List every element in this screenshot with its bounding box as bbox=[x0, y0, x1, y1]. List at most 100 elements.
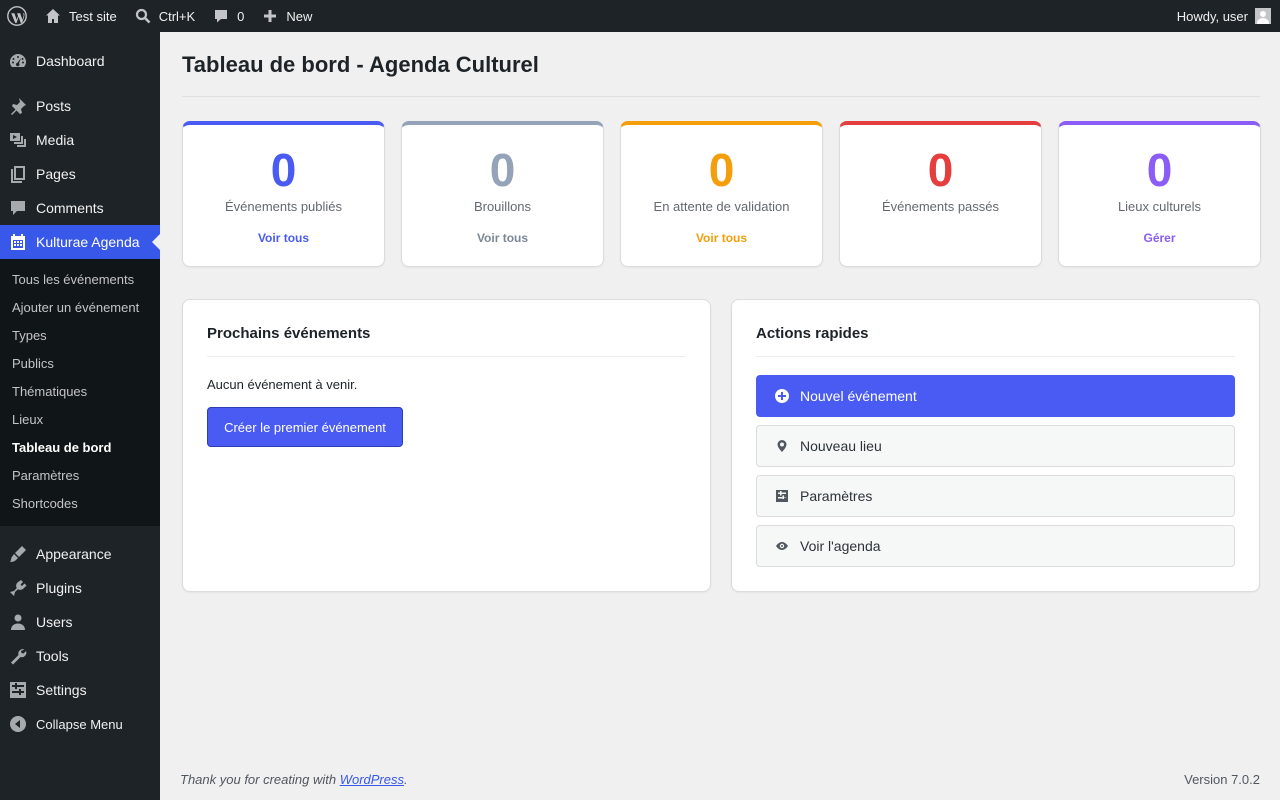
media-icon bbox=[10, 133, 26, 147]
footer-thanks: Thank you for creating with WordPress. bbox=[180, 772, 408, 787]
pin-icon bbox=[11, 98, 26, 115]
search-shortcut: Ctrl+K bbox=[158, 8, 196, 24]
stat-label: Événements passés bbox=[881, 199, 1000, 214]
stat-link-pending[interactable]: Voir tous bbox=[621, 231, 822, 245]
settings-icon bbox=[776, 490, 788, 502]
menu-label: Posts bbox=[36, 98, 72, 114]
submenu-thematiques[interactable]: Thématiques bbox=[0, 378, 160, 406]
howdy-text: Howdy, user bbox=[1176, 8, 1248, 24]
avatar bbox=[1255, 8, 1271, 24]
collapse-icon bbox=[10, 716, 26, 732]
wordpress-logo-button[interactable] bbox=[0, 0, 35, 32]
submenu-types[interactable]: Types bbox=[0, 322, 160, 350]
menu-users[interactable]: Users bbox=[0, 605, 160, 639]
stat-link-venues[interactable]: Gérer bbox=[1059, 231, 1260, 245]
panel-divider bbox=[756, 356, 1235, 357]
stat-value: 0 bbox=[489, 144, 516, 196]
admin-bar: Test site Ctrl+K 0 New Howdy, user bbox=[0, 0, 1280, 32]
main-content: Tableau de bord - Agenda Culturel 0 Évén… bbox=[160, 32, 1280, 800]
comment-icon bbox=[215, 10, 228, 23]
menu-label: Pages bbox=[36, 166, 76, 182]
plus-circle-icon bbox=[775, 389, 789, 403]
comments-button[interactable]: 0 bbox=[203, 0, 252, 32]
empty-state-text: Aucun événement à venir. bbox=[207, 377, 358, 392]
footer-version: Version 7.0.2 bbox=[1184, 772, 1260, 787]
title-divider bbox=[182, 96, 1260, 97]
wordpress-logo-icon bbox=[7, 6, 27, 26]
wordpress-link[interactable]: WordPress bbox=[340, 772, 404, 787]
settings-action[interactable]: Paramètres bbox=[756, 475, 1235, 517]
stat-card-venues: 0 Lieux culturels Gérer bbox=[1058, 121, 1261, 267]
menu-label: Users bbox=[36, 614, 73, 630]
new-label: New bbox=[286, 8, 313, 24]
search-button[interactable]: Ctrl+K bbox=[125, 0, 203, 32]
stat-value: 0 bbox=[927, 144, 954, 196]
action-label: Voir l'agenda bbox=[800, 538, 881, 554]
stat-label: Événements publiés bbox=[224, 199, 343, 214]
upcoming-events-panel: Prochains événements Aucun événement à v… bbox=[182, 299, 711, 592]
menu-label: Tools bbox=[36, 648, 69, 664]
submenu-parametres[interactable]: Paramètres bbox=[0, 462, 160, 490]
eye-icon bbox=[776, 542, 788, 550]
menu-label: Comments bbox=[36, 200, 104, 216]
panel-divider bbox=[207, 356, 686, 357]
plus-icon bbox=[264, 10, 277, 22]
plugin-icon bbox=[10, 580, 27, 596]
site-name-link[interactable]: Test site bbox=[35, 0, 125, 32]
calendar-icon bbox=[11, 234, 25, 250]
action-label: Nouvel événement bbox=[800, 388, 917, 404]
comment-icon bbox=[11, 201, 25, 215]
panel-title: Actions rapides bbox=[756, 325, 869, 342]
submenu-publics[interactable]: Publics bbox=[0, 350, 160, 378]
new-content-button[interactable]: New bbox=[252, 0, 320, 32]
stat-card-drafts: 0 Brouillons Voir tous bbox=[401, 121, 604, 267]
my-account[interactable]: Howdy, user bbox=[1177, 8, 1280, 24]
menu-label: Kulturae Agenda bbox=[36, 234, 140, 250]
home-icon bbox=[46, 9, 60, 23]
stats-row: 0 Événements publiés Voir tous 0 Brouill… bbox=[182, 121, 1261, 267]
menu-label: Appearance bbox=[36, 546, 112, 562]
menu-label: Media bbox=[36, 132, 75, 148]
action-label: Paramètres bbox=[800, 488, 873, 504]
stat-value: 0 bbox=[1146, 144, 1173, 196]
menu-plugins[interactable]: Plugins bbox=[0, 571, 160, 605]
wrench-icon bbox=[11, 649, 27, 665]
submenu-ajouter-evenement[interactable]: Ajouter un événement bbox=[0, 294, 160, 322]
menu-dashboard[interactable]: Dashboard bbox=[0, 44, 160, 78]
menu-tools[interactable]: Tools bbox=[0, 639, 160, 673]
menu-settings[interactable]: Settings bbox=[0, 673, 160, 707]
footer-thanks-prefix: Thank you for creating with bbox=[180, 772, 340, 787]
menu-media[interactable]: Media bbox=[0, 123, 160, 157]
panel-title: Prochains événements bbox=[207, 325, 371, 342]
stat-label: En attente de validation bbox=[653, 199, 790, 214]
brush-icon bbox=[10, 546, 26, 562]
stat-label: Lieux culturels bbox=[1117, 199, 1202, 214]
action-label: Nouveau lieu bbox=[800, 438, 882, 454]
site-name: Test site bbox=[69, 8, 117, 24]
stat-card-past: 0 Événements passés bbox=[839, 121, 1042, 267]
stat-link-published[interactable]: Voir tous bbox=[183, 231, 384, 245]
submenu-tableau-de-bord[interactable]: Tableau de bord bbox=[0, 434, 160, 462]
footer-thanks-suffix: . bbox=[404, 772, 408, 787]
menu-pages[interactable]: Pages bbox=[0, 157, 160, 191]
collapse-menu-button[interactable]: Collapse Menu bbox=[0, 707, 160, 741]
new-venue-action[interactable]: Nouveau lieu bbox=[756, 425, 1235, 467]
menu-comments[interactable]: Comments bbox=[0, 191, 160, 225]
location-icon bbox=[777, 440, 787, 452]
menu-label: Collapse Menu bbox=[36, 716, 123, 732]
new-event-action[interactable]: Nouvel événement bbox=[756, 375, 1235, 417]
stat-link-drafts[interactable]: Voir tous bbox=[402, 231, 603, 245]
search-icon bbox=[135, 8, 151, 24]
menu-label: Settings bbox=[36, 682, 87, 698]
create-first-event-button[interactable]: Créer le premier événement bbox=[207, 407, 403, 447]
menu-appearance[interactable]: Appearance bbox=[0, 537, 160, 571]
menu-kulturae-agenda[interactable]: Kulturae Agenda bbox=[0, 225, 160, 259]
menu-posts[interactable]: Posts bbox=[0, 89, 160, 123]
submenu-lieux[interactable]: Lieux bbox=[0, 406, 160, 434]
submenu-tous-les-evenements[interactable]: Tous les événements bbox=[0, 266, 160, 294]
kulturae-submenu: Tous les événements Ajouter un événement… bbox=[0, 259, 160, 526]
submenu-shortcodes[interactable]: Shortcodes bbox=[0, 490, 160, 518]
view-agenda-action[interactable]: Voir l'agenda bbox=[756, 525, 1235, 567]
admin-sidebar: Dashboard Posts Media Pages Comments Kul… bbox=[0, 32, 160, 800]
stat-value: 0 bbox=[270, 144, 297, 196]
